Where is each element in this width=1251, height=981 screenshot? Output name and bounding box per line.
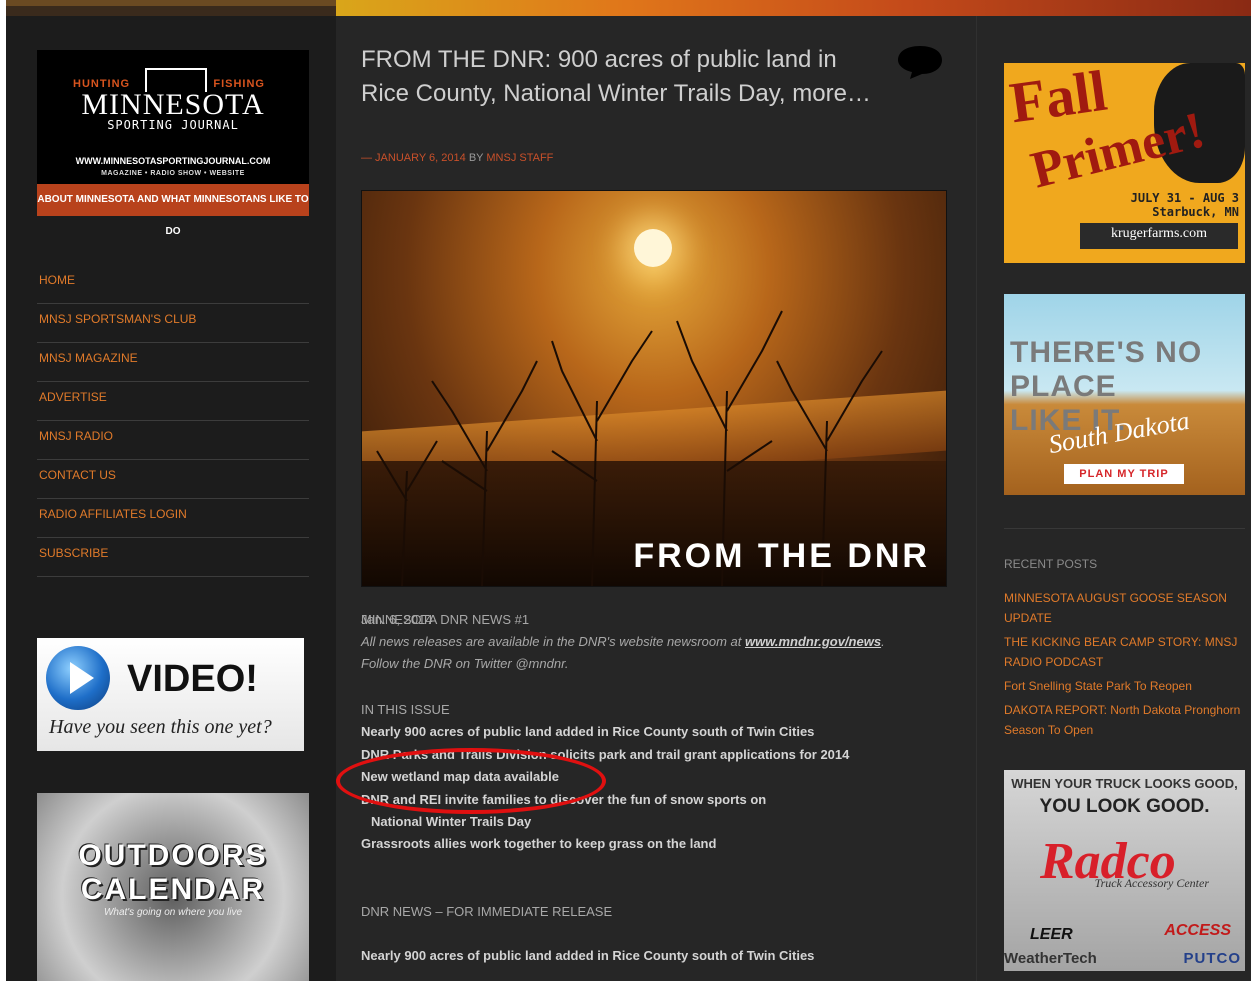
fall-ad-line1: Fall: [1005, 63, 1111, 136]
radco-ad[interactable]: WHEN YOUR TRUCK LOOKS GOOD, YOU LOOK GOO…: [1004, 770, 1245, 971]
right-sidebar: Fall Primer! JULY 31 - AUG 3 Starbuck, M…: [976, 16, 1251, 981]
outdoors-calendar-ad[interactable]: OUTDOORS CALENDAR What's going on where …: [37, 793, 309, 981]
access-logo: ACCESS: [1164, 922, 1231, 939]
fall-ad-site: krugerfarms.com: [1080, 223, 1238, 249]
top-banner-strip: [6, 0, 1251, 16]
nav-radio-affiliates-login[interactable]: RADIO AFFILIATES LOGIN: [37, 499, 309, 538]
logo-tagline: ABOUT MINNESOTA AND WHAT MINNESOTANS LIK…: [37, 184, 309, 237]
recent-post-link[interactable]: Fort Snelling State Park To Reopen: [1004, 676, 1249, 696]
plan-my-trip-button[interactable]: PLAN MY TRIP: [1064, 464, 1184, 484]
logo-title: MINNESOTA: [81, 88, 265, 121]
nav-radio[interactable]: MNSJ RADIO: [37, 421, 309, 460]
nav-sportsmans-club[interactable]: MNSJ SPORTSMAN'S CLUB: [37, 304, 309, 343]
radco-ad-line2: YOU LOOK GOOD.: [1039, 796, 1210, 817]
post-by: BY: [468, 152, 484, 164]
radco-subtitle: Truck Accessory Center: [1094, 876, 1209, 890]
video-ad-subtitle: Have you seen this one yet?: [49, 716, 272, 738]
weathertech-logo: WeatherTech: [1004, 950, 1097, 967]
first-story-heading: Nearly 900 acres of public land added in…: [361, 948, 815, 963]
calendar-title-line2: CALENDAR: [80, 873, 266, 906]
fall-primer-ad[interactable]: Fall Primer! JULY 31 - AUG 3 Starbuck, M…: [1004, 63, 1245, 263]
nav-subscribe[interactable]: SUBSCRIBE: [37, 538, 309, 577]
logo-tags: MAGAZINE • RADIO SHOW • WEBSITE: [101, 170, 245, 177]
highlight-circle-annotation: [336, 748, 606, 814]
recent-post-link[interactable]: DAKOTA REPORT: North Dakota Pronghorn Se…: [1004, 700, 1249, 740]
site-logo[interactable]: HUNTING FISHING MINNESOTA SPORTING JOURN…: [37, 50, 309, 237]
post-title[interactable]: FROM THE DNR: 900 acres of public land i…: [361, 43, 881, 111]
play-icon: [70, 662, 94, 694]
news-date: Jan. 6, 2014: [361, 612, 433, 627]
post-author[interactable]: MNSJ STAFF: [486, 152, 553, 164]
release-heading: DNR NEWS – FOR IMMEDIATE RELEASE: [361, 904, 613, 919]
video-ad-title: VIDEO!: [127, 658, 258, 700]
tree-silhouettes: [376, 310, 883, 586]
main-nav: HOME MNSJ SPORTSMAN'S CLUB MNSJ MAGAZINE…: [37, 265, 309, 577]
comment-bubble-icon[interactable]: [896, 44, 944, 80]
south-dakota-ad[interactable]: THERE'S NO PLACE LIKE IT. South Dakota P…: [1004, 294, 1245, 495]
sd-ad-line1: THERE'S NO PLACE: [1010, 336, 1203, 403]
left-sidebar: HUNTING FISHING MINNESOTA SPORTING JOURN…: [6, 16, 336, 981]
radco-ad-line1: WHEN YOUR TRUCK LOOKS GOOD,: [1011, 776, 1238, 791]
recent-post-link[interactable]: MINNESOTA AUGUST GOOSE SEASON UPDATE: [1004, 588, 1249, 628]
intro-end: .: [881, 634, 885, 649]
follow-text: Follow the DNR on Twitter @mndnr.: [361, 656, 569, 671]
nav-magazine[interactable]: MNSJ MAGAZINE: [37, 343, 309, 382]
logo-url: WWW.MINNESOTASPORTINGJOURNAL.COM: [75, 156, 271, 166]
nav-advertise[interactable]: ADVERTISE: [37, 382, 309, 421]
fall-ad-dates: JULY 31 - AUG 3: [1130, 191, 1239, 205]
calendar-title-line1: OUTDOORS: [78, 839, 268, 872]
recent-posts-heading: RECENT POSTS: [1004, 557, 1098, 571]
page: HUNTING FISHING MINNESOTA SPORTING JOURN…: [6, 0, 1251, 981]
recent-posts-list: MINNESOTA AUGUST GOOSE SEASON UPDATE THE…: [1004, 588, 1249, 744]
hero-caption: FROM THE DNR: [633, 537, 930, 575]
leer-logo: LEER: [1030, 926, 1073, 943]
putco-logo: PUTCO: [1183, 950, 1241, 967]
video-ad-banner[interactable]: VIDEO! Have you seen this one yet?: [37, 638, 304, 751]
calendar-subtitle: What's going on where you live: [103, 907, 243, 918]
post-hero-image: FROM THE DNR: [361, 190, 947, 587]
issue-item: National Winter Trails Day: [371, 814, 532, 829]
issue-heading: IN THIS ISSUE: [361, 702, 450, 717]
issue-item: Grassroots allies work together to keep …: [361, 836, 717, 851]
nav-contact-us[interactable]: CONTACT US: [37, 460, 309, 499]
post-date[interactable]: — JANUARY 6, 2014: [361, 152, 466, 164]
post-meta: — JANUARY 6, 2014 BY MNSJ STAFF: [361, 152, 553, 164]
nav-home[interactable]: HOME: [37, 265, 309, 304]
logo-subtitle: SPORTING JOURNAL: [107, 118, 239, 132]
recent-post-link[interactable]: THE KICKING BEAR CAMP STORY: MNSJ RADIO …: [1004, 632, 1249, 672]
main-content: FROM THE DNR: 900 acres of public land i…: [336, 16, 976, 981]
dnr-news-link[interactable]: www.mndnr.gov/news: [745, 634, 881, 649]
fall-ad-place: Starbuck, MN: [1152, 205, 1239, 219]
intro-text: All news releases are available in the D…: [361, 634, 742, 649]
issue-item: Nearly 900 acres of public land added in…: [361, 724, 815, 739]
sidebar-divider: [1004, 528, 1245, 529]
